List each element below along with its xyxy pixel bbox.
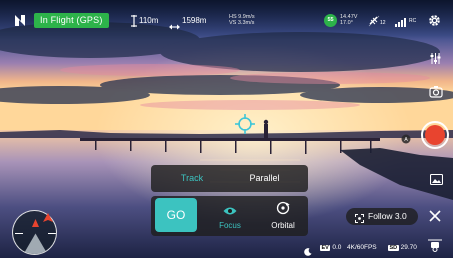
follow-target-icon [355,212,364,223]
mode-focus-label: Focus [219,221,241,230]
target-reticle-icon[interactable] [235,114,255,134]
rc-label: RC [409,18,417,24]
mode-orbital-label: Orbital [271,221,295,230]
home-logo-icon[interactable] [13,14,27,27]
follow-label: Follow 3.0 [368,211,407,221]
close-icon[interactable] [428,209,442,223]
gps-signal-count: 12 [380,20,386,26]
altitude-value: 110m [139,16,159,25]
orbit-icon [276,201,290,215]
record-button[interactable] [421,121,449,149]
storage-readout: SD 29.70 [388,244,417,251]
track-mode-tabs: Track Parallel [151,165,308,192]
ev-value: 0.0 [332,244,342,251]
video-mode-readout: 4K/60FPS [347,244,377,251]
go-button[interactable]: GO [155,198,197,232]
vertical-speed: VS 3.3m/s [229,20,255,26]
exposure-lock-icon[interactable]: A [401,131,411,144]
distance-value: 1598m [182,16,207,25]
speed-readout: HS 9.9m/s VS 3.3m/s [229,14,255,26]
tab-parallel[interactable]: Parallel [221,165,308,192]
home-point-icon [43,210,53,222]
follow-mode-button[interactable]: Follow 3.0 [346,208,418,225]
mode-orbital[interactable]: Orbital [256,196,310,236]
camera-switch-icon[interactable] [429,85,443,98]
top-status-bar: In Flight (GPS) 110m 1598m HS 9.9m/s VS … [0,0,453,40]
camera-settings-sliders-icon[interactable] [429,52,442,65]
drone-camera-icon[interactable] [428,239,442,252]
storage-value: 29.70 [400,244,417,251]
rc-signal-icon [395,14,409,27]
flight-status-badge: In Flight (GPS) [34,13,109,28]
night-mode-icon [304,243,312,256]
altitude-icon [131,14,137,27]
eye-icon [223,203,237,215]
gallery-icon[interactable] [429,172,444,186]
battery-readout: 14.47V 17.0° [340,14,357,26]
battery-temperature: 17.0° [340,20,353,26]
ev-tag: EV [320,245,331,251]
battery-percent-badge: 55 [324,14,337,27]
settings-gear-icon[interactable] [428,14,441,27]
storage-tag: SD [388,245,399,251]
distance-icon [169,17,180,30]
satellite-icon [368,14,380,27]
ev-readout: EV 0.0 [320,244,341,251]
mode-focus[interactable]: Focus [203,196,257,236]
